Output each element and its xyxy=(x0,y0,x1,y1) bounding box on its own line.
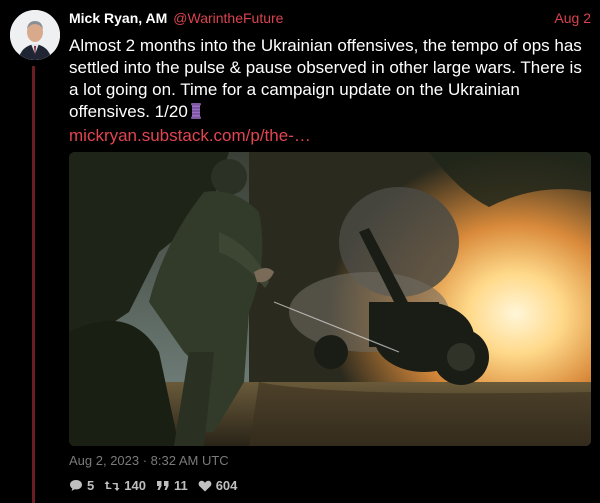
thread-spool-icon xyxy=(190,103,202,119)
quote-icon xyxy=(156,481,169,490)
tweet[interactable]: Mick Ryan, AM @WarintheFuture Aug 2 Almo… xyxy=(0,0,600,503)
avatar-image xyxy=(10,10,60,60)
reply-icon xyxy=(70,480,82,491)
tweet-stats: 5 140 11 604 xyxy=(69,478,247,493)
author-handle[interactable]: @WarintheFuture xyxy=(173,10,283,26)
quote-stat[interactable]: 11 xyxy=(156,478,188,493)
like-count: 604 xyxy=(215,478,238,493)
retweet-count: 140 xyxy=(124,478,146,493)
heart-icon xyxy=(198,480,212,491)
thread-line xyxy=(32,66,35,503)
reply-count: 5 xyxy=(87,478,95,493)
retweet-icon xyxy=(104,480,120,491)
tweet-content: Mick Ryan, AM @WarintheFuture Aug 2 Almo… xyxy=(69,10,591,147)
like-stat[interactable]: 604 xyxy=(198,478,238,493)
article-link[interactable]: mickryan.substack.com/p/the-… xyxy=(69,125,591,147)
reply-stat[interactable]: 5 xyxy=(69,478,94,493)
retweet-stat[interactable]: 140 xyxy=(104,478,146,493)
tweet-text-content: Almost 2 months into the Ukrainian offen… xyxy=(69,36,582,121)
tweet-timestamp[interactable]: Aug 2, 2023 · 8:32 AM UTC xyxy=(69,453,229,468)
tweet-header: Mick Ryan, AM @WarintheFuture Aug 2 xyxy=(69,10,591,30)
author-name[interactable]: Mick Ryan, AM xyxy=(69,10,167,26)
artillery-photo xyxy=(69,152,591,446)
quote-count: 11 xyxy=(173,478,188,493)
tweet-date-short[interactable]: Aug 2 xyxy=(554,10,591,26)
avatar[interactable] xyxy=(10,10,60,60)
tweet-text: Almost 2 months into the Ukrainian offen… xyxy=(69,35,591,123)
tweet-media-photo[interactable] xyxy=(69,152,591,446)
